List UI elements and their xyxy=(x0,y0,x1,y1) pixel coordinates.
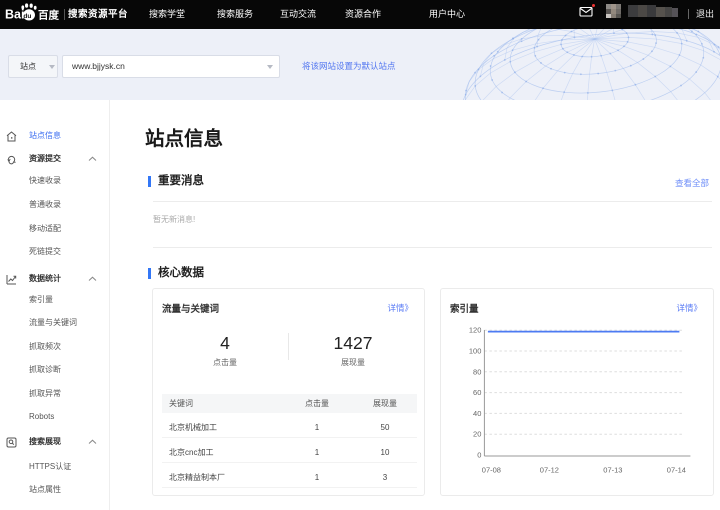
svg-text:100: 100 xyxy=(469,347,482,356)
svg-text:07-14: 07-14 xyxy=(667,466,686,475)
svg-text:20: 20 xyxy=(473,430,481,439)
svg-text:40: 40 xyxy=(473,409,481,418)
svg-text:百度: 百度 xyxy=(38,8,59,21)
svg-text:du: du xyxy=(23,13,31,20)
svg-text:07-12: 07-12 xyxy=(540,466,559,475)
svg-text:07-08: 07-08 xyxy=(482,466,501,475)
svg-text:07-13: 07-13 xyxy=(603,466,622,475)
svg-text:60: 60 xyxy=(473,388,481,397)
svg-text:0: 0 xyxy=(477,451,481,460)
svg-text:120: 120 xyxy=(469,326,482,335)
svg-text:80: 80 xyxy=(473,367,481,376)
svg-text:Bai: Bai xyxy=(5,8,24,22)
